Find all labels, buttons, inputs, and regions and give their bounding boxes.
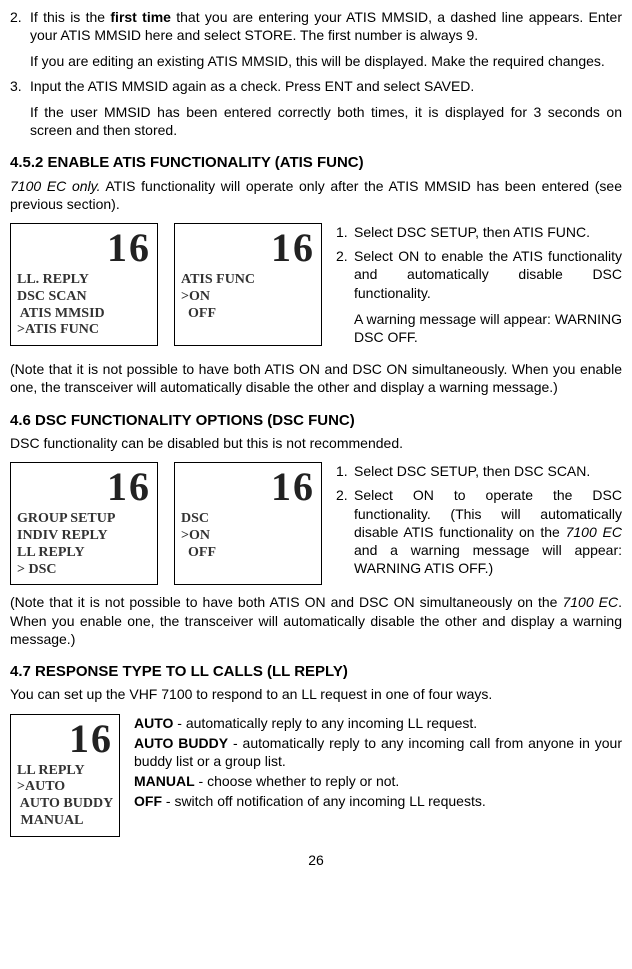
lcd-line: OFF xyxy=(181,545,315,562)
channel-number: 16 xyxy=(181,228,315,268)
text: If this is the xyxy=(30,9,110,25)
term: OFF xyxy=(134,793,162,809)
bold-text: first time xyxy=(110,9,171,25)
lcd-line: >ON xyxy=(181,528,315,545)
note-46: (Note that it is not possible to have bo… xyxy=(10,593,622,648)
text: (Note that it is not possible to have bo… xyxy=(10,594,562,610)
screens-group: 16 GROUP SETUP INDIV REPLY LL REPLY > DS… xyxy=(10,462,322,585)
lcd-screen: 16 DSC >ON OFF xyxy=(174,462,322,585)
lcd-line: AUTO BUDDY xyxy=(17,796,113,813)
def-auto: AUTO - automatically reply to any incomi… xyxy=(134,714,622,732)
row-47: 16 LL REPLY >AUTO AUTO BUDDY MANUAL AUTO… xyxy=(10,714,622,837)
lcd-line: >ON xyxy=(181,289,315,306)
term: MANUAL xyxy=(134,773,195,789)
lcd-line: LL REPLY xyxy=(17,545,151,562)
step-1: 1. Select DSC SETUP, then DSC SCAN. xyxy=(336,462,622,480)
steps-452: 1. Select DSC SETUP, then ATIS FUNC. 2. … xyxy=(336,223,622,352)
lcd-line: ATIS FUNC xyxy=(181,272,315,289)
text: Input the ATIS MMSID again as a check. P… xyxy=(30,78,474,94)
sub-paragraph: If the user MMSID has been entered corre… xyxy=(30,103,622,139)
lcd-screen: 16 LL. REPLY DSC SCAN ATIS MMSID >ATIS F… xyxy=(10,223,158,346)
row-46: 16 GROUP SETUP INDIV REPLY LL REPLY > DS… xyxy=(10,462,622,585)
intro-47: You can set up the VHF 7100 to respond t… xyxy=(10,685,622,703)
lcd-line: ATIS MMSID xyxy=(17,306,151,323)
text: ATIS functionality will operate only aft… xyxy=(10,178,622,212)
item-number: 1. xyxy=(336,462,354,480)
step-2: 2. Select ON to operate the DSC function… xyxy=(336,486,622,577)
channel-number: 16 xyxy=(17,228,151,268)
list-item-3: 3. Input the ATIS MMSID again as a check… xyxy=(10,77,622,140)
lcd-line: INDIV REPLY xyxy=(17,528,151,545)
lcd-line: DSC xyxy=(181,511,315,528)
lcd-line: GROUP SETUP xyxy=(17,511,151,528)
item-number: 1. xyxy=(336,223,354,241)
steps-46: 1. Select DSC SETUP, then DSC SCAN. 2. S… xyxy=(336,462,622,583)
heading-46: 4.6 DSC FUNCTIONALITY OPTIONS (DSC FUNC) xyxy=(10,411,622,431)
def-manual: MANUAL - choose whether to reply or not. xyxy=(134,772,622,790)
lcd-screen: 16 ATIS FUNC >ON OFF xyxy=(174,223,322,346)
desc: - switch off notification of any incomin… xyxy=(162,793,486,809)
sub-paragraph: A warning message will appear: WARNING D… xyxy=(354,310,622,346)
item-number: 2. xyxy=(10,8,30,71)
italic-text: 7100 EC only. xyxy=(10,178,100,194)
channel-number: 16 xyxy=(181,467,315,507)
lcd-line: DSC SCAN xyxy=(17,289,151,306)
item-number: 3. xyxy=(10,77,30,140)
italic-text: 7100 EC xyxy=(566,524,622,540)
item-body: Select DSC SETUP, then ATIS FUNC. xyxy=(354,223,622,241)
def-auto-buddy: AUTO BUDDY - automatically reply to any … xyxy=(134,734,622,770)
channel-number: 16 xyxy=(17,467,151,507)
text: Select ON to enable the ATIS functionali… xyxy=(354,248,622,300)
lcd-line: LL. REPLY xyxy=(17,272,151,289)
term: AUTO BUDDY xyxy=(134,735,228,751)
lcd-line: LL REPLY xyxy=(17,763,113,780)
item-body: If this is the first time that you are e… xyxy=(30,8,622,71)
item-body: Select DSC SETUP, then DSC SCAN. xyxy=(354,462,622,480)
lcd-line: >AUTO xyxy=(17,779,113,796)
term: AUTO xyxy=(134,715,173,731)
intro-452: 7100 EC only. ATIS functionality will op… xyxy=(10,177,622,213)
heading-452: 4.5.2 ENABLE ATIS FUNCTIONALITY (ATIS FU… xyxy=(10,153,622,173)
italic-text: 7100 EC xyxy=(562,594,618,610)
screens-group: 16 LL. REPLY DSC SCAN ATIS MMSID >ATIS F… xyxy=(10,223,322,346)
item-body: Select ON to enable the ATIS functionali… xyxy=(354,247,622,346)
desc: - automatically reply to any incoming LL… xyxy=(173,715,477,731)
item-body: Select ON to operate the DSC functionali… xyxy=(354,486,622,577)
definitions: AUTO - automatically reply to any incomi… xyxy=(134,714,622,813)
text: and a warning message will appear: WARNI… xyxy=(354,542,622,576)
lcd-screen: 16 GROUP SETUP INDIV REPLY LL REPLY > DS… xyxy=(10,462,158,585)
list-item-2: 2. If this is the first time that you ar… xyxy=(10,8,622,71)
row-452: 16 LL. REPLY DSC SCAN ATIS MMSID >ATIS F… xyxy=(10,223,622,352)
intro-46: DSC functionality can be disabled but th… xyxy=(10,434,622,452)
lcd-screen: 16 LL REPLY >AUTO AUTO BUDDY MANUAL xyxy=(10,714,120,837)
screens-group: 16 LL REPLY >AUTO AUTO BUDDY MANUAL xyxy=(10,714,120,837)
item-number: 2. xyxy=(336,247,354,346)
lcd-line: OFF xyxy=(181,306,315,323)
page-number: 26 xyxy=(10,851,622,869)
step-2: 2. Select ON to enable the ATIS function… xyxy=(336,247,622,346)
step-1: 1. Select DSC SETUP, then ATIS FUNC. xyxy=(336,223,622,241)
def-off: OFF - switch off notification of any inc… xyxy=(134,792,622,810)
lcd-line: MANUAL xyxy=(17,813,113,830)
item-body: Input the ATIS MMSID again as a check. P… xyxy=(30,77,622,140)
heading-47: 4.7 RESPONSE TYPE TO LL CALLS (LL REPLY) xyxy=(10,662,622,682)
desc: - choose whether to reply or not. xyxy=(195,773,400,789)
note-452: (Note that it is not possible to have bo… xyxy=(10,360,622,396)
sub-paragraph: If you are editing an existing ATIS MMSI… xyxy=(30,52,622,70)
item-number: 2. xyxy=(336,486,354,577)
lcd-line: > DSC xyxy=(17,562,151,579)
channel-number: 16 xyxy=(17,719,113,759)
lcd-line: >ATIS FUNC xyxy=(17,322,151,339)
